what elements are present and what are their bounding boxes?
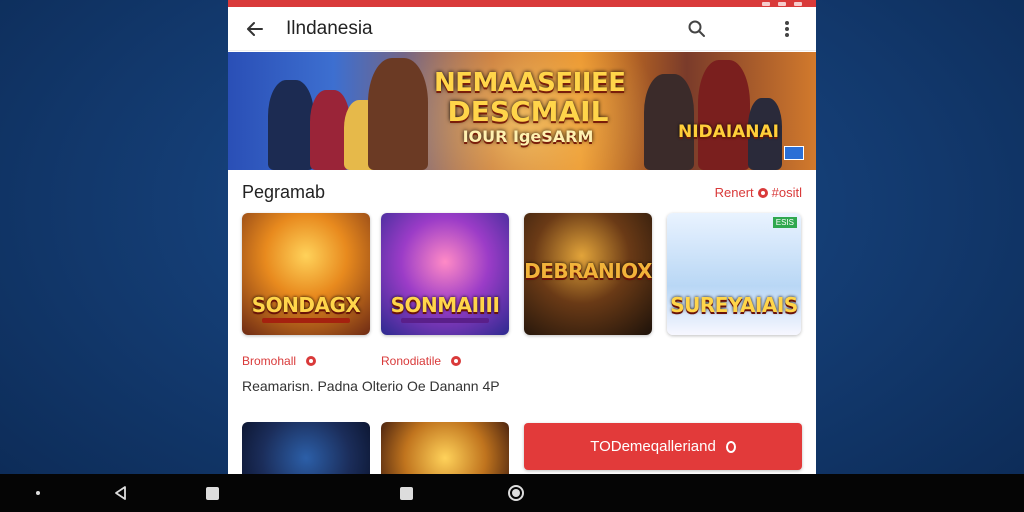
banner-headline: NEMAASEIIEE DESCMAIL IOUR IgeSARM: [434, 68, 626, 146]
game-tile[interactable]: [242, 422, 370, 474]
meta-item[interactable]: Bromohall: [242, 354, 317, 368]
nav-home-icon[interactable]: [504, 474, 528, 512]
banner-mini-badge: [784, 146, 804, 160]
circle-dot-icon: [306, 356, 317, 366]
game-tile-name: SONDAGX: [251, 293, 361, 317]
nav-recents-icon[interactable]: [200, 474, 224, 512]
banner-headline-line2: DESCMAIL: [447, 95, 609, 129]
app-screen: Ilndanesia NEMAASEIIEE DESCMAIL IOUR Ige…: [228, 0, 816, 474]
game-tile-ribbon: [401, 318, 489, 323]
cta-circle-icon: [725, 440, 736, 453]
game-tile-name: SONMAIIII: [390, 293, 500, 317]
description-text: Reamarisn. Padna Olterio Oe Danann 4P: [242, 378, 500, 394]
banner-hero-figure: [368, 58, 428, 170]
circle-dot-icon: [451, 356, 462, 366]
section-title: Pegramab: [242, 182, 326, 202]
game-tile[interactable]: ESIS SUREYAIAIS: [667, 213, 801, 335]
promo-banner[interactable]: NEMAASEIIEE DESCMAIL IOUR IgeSARM NIDAIA…: [228, 52, 816, 170]
status-bar: [228, 0, 816, 7]
meta-label: Ronodiatile: [381, 354, 442, 368]
game-tile[interactable]: DEBRANIOX: [524, 213, 652, 335]
status-battery-icon: [794, 1, 802, 6]
nav-recents-icon[interactable]: [394, 474, 418, 512]
system-navigation-bar: [0, 474, 1024, 512]
banner-hero-figure: [698, 60, 750, 170]
game-tile-name: SUREYAIAIS: [670, 293, 798, 317]
banner-side-brand: NIDAIANAI: [678, 122, 780, 142]
meta-label: Bromohall: [242, 354, 297, 368]
search-icon[interactable]: [682, 14, 712, 44]
see-more-link[interactable]: Renert #ositl: [715, 185, 802, 200]
banner-headline-line1: NEMAASEIIEE: [434, 68, 626, 98]
game-tile[interactable]: SONMAIIII: [381, 213, 509, 335]
game-tile-ribbon: [262, 318, 350, 323]
status-wifi-icon: [778, 1, 786, 6]
nav-back-icon[interactable]: [108, 474, 132, 512]
game-tile-badge: ESIS: [772, 217, 797, 228]
see-more-label: Renert: [714, 185, 754, 200]
banner-headline-line3: IOUR IgeSARM: [462, 126, 594, 146]
meta-item[interactable]: Ronodiatile: [381, 354, 462, 368]
cta-label: TODemeqalleriand: [590, 438, 716, 455]
nav-dot-icon[interactable]: [30, 474, 46, 512]
section-header: Pegramab Renert #ositl: [242, 182, 802, 203]
page-title: Ilndanesia: [286, 17, 373, 39]
status-signal-icon: [762, 1, 770, 6]
primary-cta-button[interactable]: TODemeqalleriand: [524, 423, 802, 470]
circle-dot-icon: [757, 187, 768, 198]
game-tile-name: DEBRANIOX: [524, 259, 652, 283]
see-more-suffix: #ositl: [771, 185, 802, 200]
banner-hero-figure: [268, 80, 314, 170]
arrow-back-icon[interactable]: [242, 16, 268, 42]
game-tile[interactable]: [381, 422, 509, 474]
app-bar: Ilndanesia: [228, 7, 816, 51]
more-vert-icon[interactable]: [772, 14, 802, 44]
game-tile[interactable]: SONDAGX: [242, 213, 370, 335]
